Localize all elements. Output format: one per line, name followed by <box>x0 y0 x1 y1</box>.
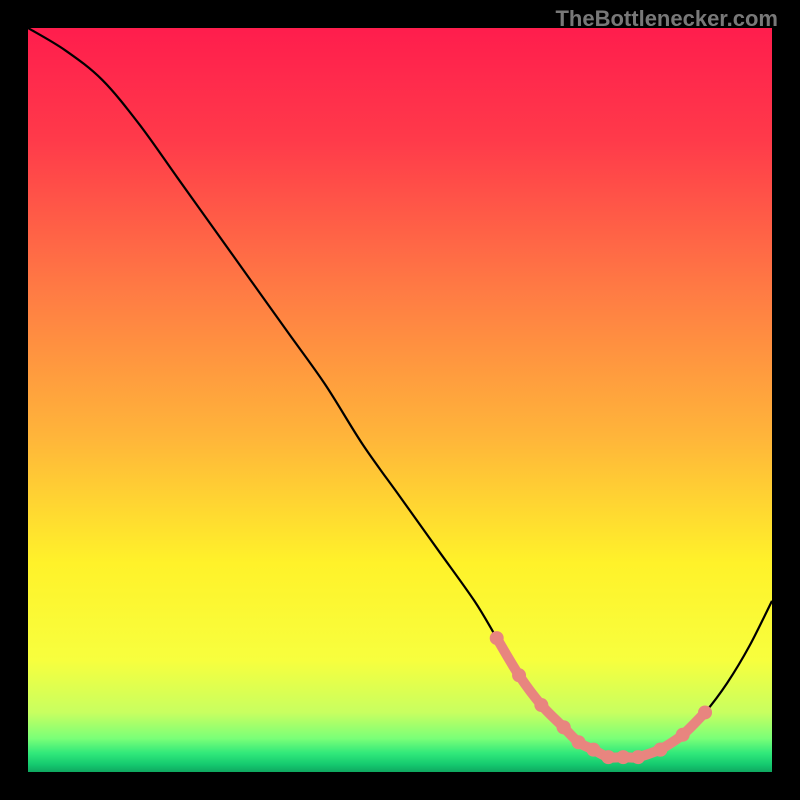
highlight-dot <box>534 698 548 712</box>
highlight-dot <box>698 705 712 719</box>
highlight-dot <box>572 735 586 749</box>
chart-container: TheBottlenecker.com <box>0 0 800 800</box>
highlight-dot <box>676 728 690 742</box>
highlight-dot <box>512 668 526 682</box>
highlight-dot <box>653 743 667 757</box>
highlight-dot <box>631 750 645 764</box>
gradient-background <box>28 28 772 772</box>
highlight-dot <box>601 750 615 764</box>
highlight-dot <box>557 720 571 734</box>
highlight-dot <box>490 631 504 645</box>
plot-area <box>28 28 772 772</box>
chart-svg <box>28 28 772 772</box>
watermark-text: TheBottlenecker.com <box>555 6 778 32</box>
highlight-dot <box>586 743 600 757</box>
highlight-dot <box>616 750 630 764</box>
